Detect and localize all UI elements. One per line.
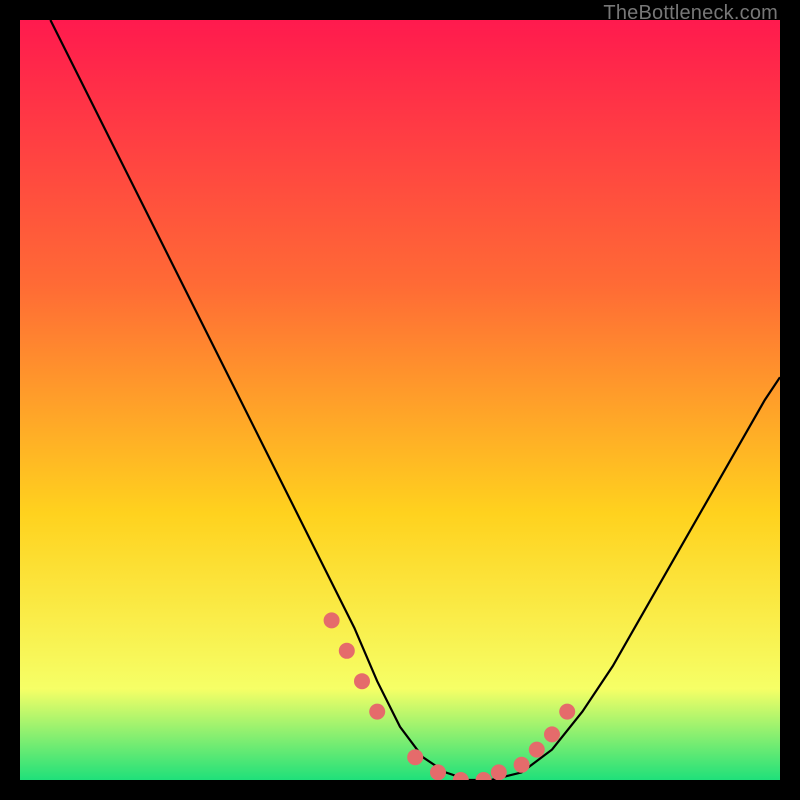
- optimal-dot: [514, 757, 530, 773]
- optimal-dot: [324, 612, 340, 628]
- optimal-dot: [430, 764, 446, 780]
- optimal-dot: [544, 726, 560, 742]
- optimal-dot: [559, 704, 575, 720]
- optimal-dot: [529, 742, 545, 758]
- watermark-text: TheBottleneck.com: [603, 2, 778, 25]
- optimal-dot: [354, 673, 370, 689]
- optimal-dot: [369, 704, 385, 720]
- chart-frame: [20, 20, 780, 780]
- chart-svg: [20, 20, 780, 780]
- gradient-bg: [20, 20, 780, 780]
- optimal-dot: [339, 643, 355, 659]
- optimal-dot: [491, 764, 507, 780]
- optimal-dot: [407, 749, 423, 765]
